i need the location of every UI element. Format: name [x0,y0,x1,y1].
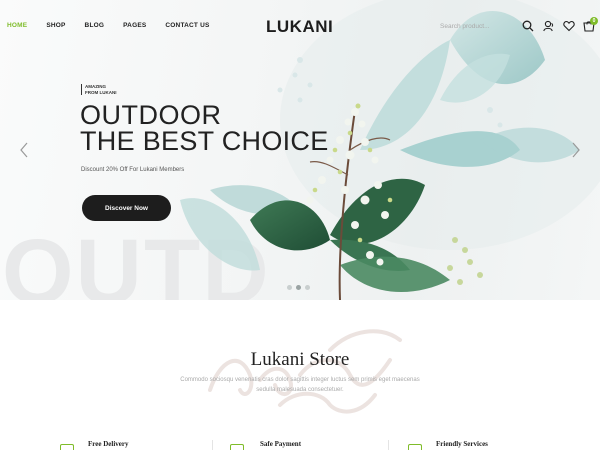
store-title: Lukani Store [250,349,350,370]
nav-blog[interactable]: BLOG [85,22,105,29]
site-header: HOME SHOP BLOG PAGES CONTACT US LUKANI 0 [0,0,600,52]
heart-icon[interactable] [563,20,575,32]
slider-dot-1[interactable] [287,285,292,290]
user-icon[interactable] [543,20,555,32]
hero-tag-line2: FROM LUKANI [85,89,117,95]
nav-home[interactable]: HOME [7,22,27,29]
feature-label: Safe Payment [260,440,302,448]
feature-label: Free Delivery [88,440,129,448]
hero-title-line2: THE BEST CHOICE [80,126,329,156]
nav-shop[interactable]: SHOP [46,22,65,29]
slider-dot-3[interactable] [305,285,310,290]
slider-prev-arrow[interactable] [19,142,29,158]
store-description: Commodo sociosqu venenatis cras dolor sa… [180,377,420,393]
features-bar: Free Delivery Safe Payment Friendly Serv… [0,437,600,450]
nav-pages[interactable]: PAGES [123,22,146,29]
support-icon [408,444,422,450]
card-icon [230,444,244,450]
hero-subtitle: Discount 20% Off For Lukani Members [81,167,185,173]
hero-title-line1: OUTDOOR [80,100,222,130]
slider-dot-2[interactable] [296,285,301,290]
hero-tag: AMAZING FROM LUKANI [81,84,117,95]
discover-now-button[interactable]: Discover Now [82,195,171,221]
cart-count-badge: 0 [590,17,598,25]
truck-icon [60,444,74,450]
slider-next-arrow[interactable] [571,142,581,158]
feature-divider [388,440,389,450]
search-input[interactable] [440,20,512,32]
feature-divider [212,440,213,450]
site-logo[interactable]: LUKANI [266,17,333,37]
slider-pagination [287,285,310,290]
search-icon[interactable] [522,20,534,32]
nav-contact-us[interactable]: CONTACT US [165,22,209,29]
main-nav: HOME SHOP BLOG PAGES CONTACT US [7,22,229,29]
feature-label: Friendly Services [436,440,488,448]
